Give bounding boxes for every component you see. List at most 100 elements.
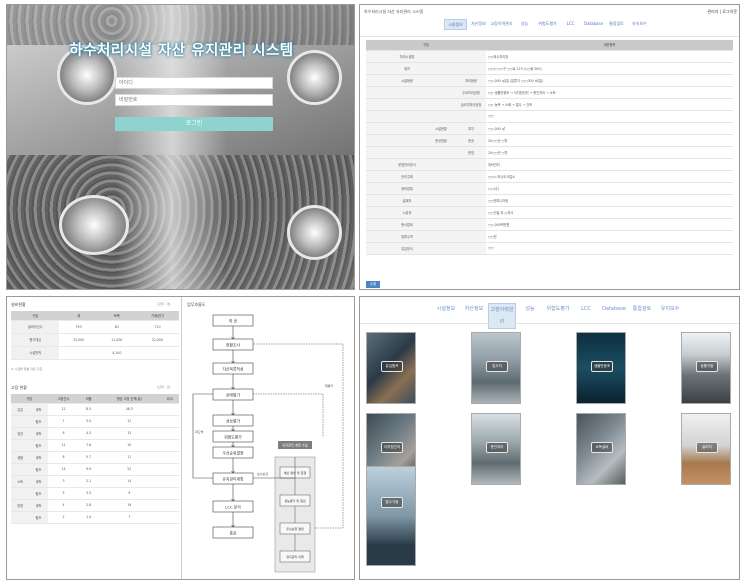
facility-photo-tile[interactable]: 총인처리 [471, 413, 521, 485]
cell: 7.8 [79, 439, 98, 452]
loop-label: 보수보강 [257, 471, 268, 476]
row-label [456, 206, 486, 219]
side-header: 유지관리 계획 수립 [282, 443, 308, 448]
row-label [11, 511, 30, 524]
loop-label: 피드백 [195, 429, 204, 434]
table-row: 펌프 5 3.5 9 [11, 487, 179, 500]
facility-photo-tile[interactable]: 침사지 [471, 332, 521, 404]
edit-button[interactable]: 수정 [366, 281, 380, 288]
table-row: 방류 계측 4 2.8 19 [11, 499, 179, 512]
table-row: 소독 계측 3 2.1 14 [11, 475, 179, 488]
cell: 7 [97, 511, 161, 524]
row-label: 슬러지처리공정 [456, 98, 486, 111]
side-step-label: 유지관리 이행 [286, 554, 304, 559]
login-screen: 하수처리시설 자산 유지관리 시스템 로그인 [6, 4, 355, 290]
nav-tab[interactable]: 통합검토 [605, 19, 628, 30]
row-label [426, 218, 456, 231]
cell: 22 [97, 463, 161, 476]
row-label: 펌프 [29, 487, 48, 500]
row-label [388, 110, 426, 123]
table-row: 펌프 7 5.0 12 [11, 415, 179, 428]
cell [160, 451, 179, 464]
row-label [366, 134, 388, 147]
row-label [426, 158, 456, 171]
facility-info-table: 구분 세부항목 처리시설명 ○○하수처리장 위치 ○○시 ○○구 ○○로 123 (○○동… [366, 40, 733, 255]
cell: 12 [47, 403, 80, 416]
row-label: 생물 [11, 451, 30, 464]
facility-photo-tile[interactable]: 송풍기동 [681, 332, 731, 404]
row-label [366, 206, 388, 219]
row-label [366, 218, 388, 231]
login-button[interactable]: 로그인 [115, 117, 273, 131]
nav-tab[interactable]: 유지보수 [656, 303, 684, 329]
row-label [456, 182, 486, 195]
row-label: 시설용량 [388, 74, 426, 87]
table-row: 시설용량 처리용량 ○○,000 ㎥/일 (분류식 ○○,000 ㎥/일) [366, 74, 733, 87]
main-nav: 시설정보 자산정보 고장이력관리 성능 위험도평가 LCC Database 통합검토 유지보수 [444, 19, 651, 30]
nav-tab[interactable]: 고장이력관리 [490, 19, 513, 30]
flow-step-label: 현황조사 [226, 343, 240, 348]
table-header-cell: 계 [59, 311, 98, 321]
row-label: 준공 [456, 134, 486, 147]
table-header-cell: 고장건수 [47, 394, 80, 404]
row-label [426, 194, 456, 207]
nav-tab[interactable]: 성능 [516, 303, 544, 329]
cell: 10 [97, 439, 161, 452]
facility-photo-tile[interactable]: 소독설비 [576, 413, 626, 485]
nav-tab[interactable]: 위험도평가 [544, 303, 572, 329]
nav-tab[interactable]: 고장이력관리 [488, 303, 516, 329]
id-input[interactable] [115, 77, 273, 89]
table-row: 시공자 ○○건설 외 ○개사 [366, 206, 733, 219]
user-info[interactable]: 관리자 | 로그아웃 [707, 9, 737, 15]
facility-photo-tile[interactable]: 유입펌프 [366, 332, 416, 404]
nav-tab[interactable]: LCC [559, 19, 582, 30]
nav-tab[interactable]: 시설정보 [444, 19, 467, 30]
row-label: 방류 [11, 499, 30, 512]
row-label [388, 134, 426, 147]
table-row: 방류수역 ○○천 [366, 230, 733, 243]
status-flow-screen: 설비현황 (단위 : 개) 구분 계 토목 기계/전기 설비자산수 793 83 710 평가대… [6, 296, 355, 580]
nav-tab[interactable]: 통합검토 [628, 303, 656, 329]
row-value: ○○,000백만원 [486, 218, 733, 231]
table-header-cell: 토목 [97, 311, 136, 321]
row-label [366, 62, 388, 75]
row-label: 시설면적 [11, 346, 60, 360]
table-row: 설계자 ○○엔지니어링 [366, 194, 733, 207]
side-step-label: 성능평가 및 점검 [284, 498, 305, 503]
row-label [388, 86, 426, 99]
nav-tab[interactable]: LCC [572, 303, 600, 329]
facility-photo-tile[interactable]: 슬러지 [681, 413, 731, 485]
cell [160, 511, 179, 524]
nav-tab[interactable]: 시설정보 [432, 303, 460, 329]
nav-tab[interactable]: 유지보수 [628, 19, 651, 30]
password-input[interactable] [115, 94, 273, 106]
row-value: 위탁관리 [486, 158, 733, 171]
table-header-cell: 비율 [79, 394, 98, 404]
row-label: 계측 [29, 451, 48, 464]
nav-tab[interactable]: 성능 [513, 19, 536, 30]
row-label [366, 182, 388, 195]
table-row: 처리시설명 ○○하수처리장 [366, 50, 733, 63]
nav-tab[interactable]: 자산정보 [467, 19, 490, 30]
table-header-cell: 구분 [11, 394, 48, 404]
table-header-cell: 구분 [11, 311, 60, 321]
nav-tab[interactable]: 위험도평가 [536, 19, 559, 30]
tile-label: 총인처리 [486, 442, 508, 453]
table-row: 유입방식 ○○ [366, 242, 733, 255]
table-row: 관리주체 ○○시 하수도사업소 [366, 170, 733, 183]
table-row: 펌프 14 9.9 22 [11, 463, 179, 476]
flow-step-label: 위험도평가 [224, 435, 242, 440]
nav-tab[interactable]: Database [582, 19, 605, 30]
table-row: 펌프 11 7.8 10 [11, 439, 179, 452]
row-label: 위탁업체 [388, 182, 426, 195]
nav-tab[interactable]: Database [600, 303, 628, 329]
row-label [426, 74, 456, 87]
table-row: 운영 20○○년 ○월 [366, 146, 733, 159]
cell: 7 [47, 415, 80, 428]
facility-photo-tile[interactable]: 탈수기동 [366, 466, 416, 566]
loop-label: 재평가 [325, 383, 334, 388]
row-value: ○○ 생물반응조 → 이차침전지 → 총인처리 → 소독 [486, 86, 733, 99]
nav-tab[interactable]: 자산정보 [460, 303, 488, 329]
tile-label: 슬러지 [696, 442, 718, 453]
facility-photo-tile[interactable]: 생물반응조 [576, 332, 626, 404]
